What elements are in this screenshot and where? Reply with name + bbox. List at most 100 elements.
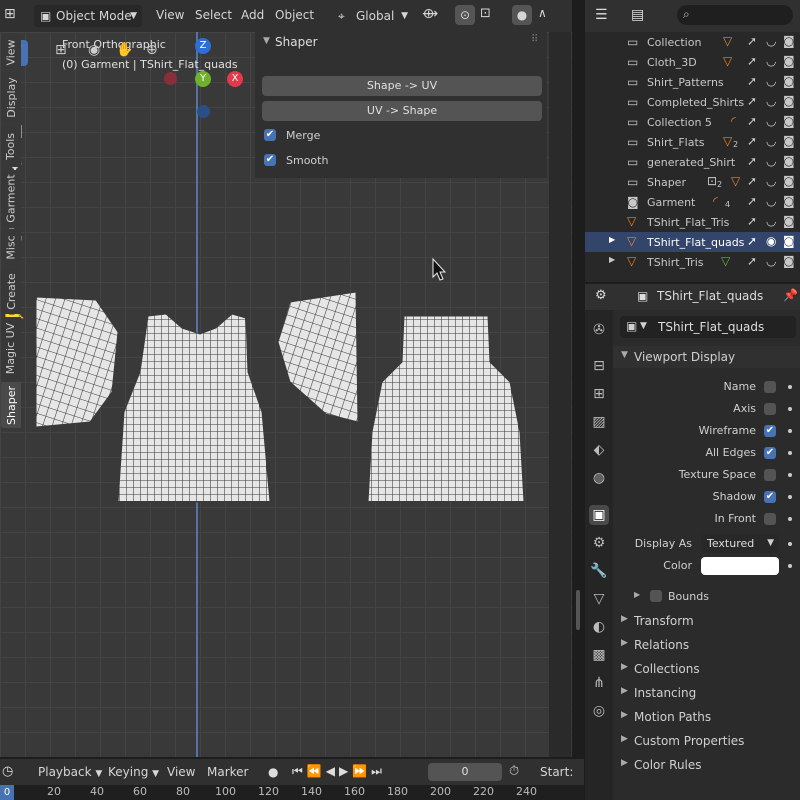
keyframe-dot[interactable] [788,451,792,455]
list-item[interactable]: ▭ Collection ▽ ➚ ◡ ◙ [585,32,800,52]
tool-tab-icon[interactable]: ✇ [589,320,609,340]
orientation-dropdown[interactable]: ⌖ Global ▼ [334,5,412,27]
texture-space-checkbox[interactable] [764,469,776,481]
gizmo-x[interactable]: X [227,71,243,87]
panel-collapse-icon[interactable]: ▼ [263,36,270,46]
playback-controls[interactable]: ⏮⏪◀▶⏩⏭ [292,764,386,779]
uv-to-shape-button[interactable]: UV -> Shape [262,101,542,121]
timeline-ruler[interactable] [0,785,584,800]
world-tab-icon[interactable]: ◍ [589,468,609,488]
tab-magic-uv[interactable]: Magic UV [1,317,21,379]
display-as-dropdown[interactable]: Textured ▼ [701,534,779,553]
list-item[interactable]: ▭ Shirt_Flats ▽ 2 ➚ ◡ ◙ [585,132,800,152]
merge-checkbox[interactable]: ✔ [264,129,276,141]
menu-select[interactable]: Select [195,8,232,22]
object-tab-icon[interactable]: ▣ [589,505,609,525]
name-checkbox[interactable] [764,381,776,393]
tab-display[interactable]: Display [1,72,21,122]
expand-arrow-icon[interactable]: ▶ [634,590,640,599]
snap-icon[interactable]: ⊙ [455,5,475,25]
gizmo-z[interactable]: Z [195,38,211,54]
keyframe-dot[interactable] [788,473,792,477]
panel-relations[interactable]: ▶ Relations [613,634,800,656]
output-tab-icon[interactable]: ⊞ [589,384,609,404]
render-tab-icon[interactable]: ⊟ [589,356,609,376]
texture-tab-icon[interactable]: ▩ [589,645,609,665]
view-layer-tab-icon[interactable]: ▨ [589,412,609,432]
viewport-display-panel[interactable]: ▼ Viewport Display [613,346,800,368]
display-mode-icon[interactable]: ▤ [631,7,644,23]
shadow-checkbox[interactable]: ✔ [764,491,776,503]
keyframe-dot[interactable] [788,495,792,499]
tab-garment[interactable]: Garment [1,170,21,226]
panel-collections[interactable]: ▶ Collections [613,658,800,680]
axis-checkbox[interactable] [764,403,776,415]
modifier-tab-icon[interactable]: ⚙ [589,533,609,553]
falloff-icon[interactable]: ∧ [538,6,547,20]
editor-type-icon[interactable]: ⊞ [4,6,16,22]
data-tab-icon[interactable]: ▽ [589,589,609,609]
list-item[interactable]: ▽ TShirt_Flat_Tris ➚ ◡ ◙ [585,212,800,232]
timeline-editor-icon[interactable]: ◷ [2,764,13,779]
stopwatch-icon[interactable]: ⏱ [509,764,519,779]
hand-pan-icon[interactable]: ✋ [116,42,133,58]
keyframe-dot[interactable] [788,385,792,389]
gizmo-neg-x[interactable] [164,72,177,85]
playhead[interactable]: 0 [0,785,14,800]
gizmo-neg-z[interactable] [197,105,210,118]
tab-misc[interactable]: Misc [1,229,21,265]
keyframe-dot[interactable] [788,407,792,411]
constraints-tab-icon[interactable]: ⋔ [589,673,609,693]
proportional-edit-icon[interactable]: ● [512,5,532,25]
list-item[interactable]: ▭ Completed_Shirts ➚ ◡ ◙ [585,92,800,112]
list-item[interactable]: ▭ Cloth_3D ▽ ➚ ◡ ◙ [585,52,800,72]
area-divider[interactable] [573,0,584,757]
smooth-checkbox[interactable]: ✔ [264,154,276,166]
properties-editor-icon[interactable]: ⚙ [595,288,607,303]
menu-view[interactable]: View [156,8,184,22]
keyframe-dot[interactable] [788,429,792,433]
pin-icon[interactable]: 📌 [783,288,798,302]
menu-object[interactable]: Object [275,8,314,22]
keyframe-dot[interactable] [788,542,792,546]
zoom-icon[interactable]: ⊕ [146,42,158,58]
gizmo-y[interactable]: Y [195,71,211,87]
menu-keying[interactable]: Keying ▼ [108,765,159,779]
list-item[interactable]: ▭ Shirt_Patterns ➚ ◡ ◙ [585,72,800,92]
menu-add[interactable]: Add [241,8,264,22]
tab-shaper[interactable]: Shaper [1,382,21,428]
all-edges-checkbox[interactable]: ✔ [764,447,776,459]
list-item[interactable]: ▭ Collection 5 ◜ ➚ ◡ ◙ [585,112,800,132]
tab-create[interactable]: Create [1,268,21,314]
pivot-icon[interactable]: ⟴ [422,6,438,22]
record-icon[interactable]: ● [268,765,278,779]
color-swatch[interactable] [701,557,779,575]
keyframe-dot[interactable] [788,517,792,521]
outliner-search-input[interactable]: ⌕ [677,5,793,25]
list-item-selected[interactable]: ▶ ▽ TShirt_Flat_quads ➚ ◉ ◙ [585,232,800,252]
material-tab-icon[interactable]: ◐ [589,617,609,637]
tab-tools[interactable]: Tools [1,125,21,167]
shape-to-uv-button[interactable]: Shape -> UV [262,76,542,96]
in-front-checkbox[interactable] [764,513,776,525]
list-item[interactable]: ▭ generated_Shirt ➚ ◡ ◙ [585,152,800,172]
wrench-tab-icon[interactable]: 🔧 [589,561,609,581]
datablock-field[interactable]: ▣ ▼ TShirt_Flat_quads [620,316,796,338]
bounds-checkbox[interactable] [650,590,662,602]
panel-instancing[interactable]: ▶ Instancing [613,682,800,704]
menu-marker[interactable]: Marker [207,765,248,779]
current-frame-field[interactable]: 0 [428,763,502,781]
panel-transform[interactable]: ▶ Transform [613,610,800,632]
menu-playback[interactable]: Playback ▼ [38,765,102,779]
list-item[interactable]: ▶ ▽ TShirt_Tris ▽ ➚ ◡ ◙ [585,252,800,272]
grid-view-icon[interactable]: ⊞ [55,42,67,58]
mode-dropdown[interactable]: ▣ Object Mode ▼ [34,5,142,27]
tab-view[interactable]: View [1,35,21,69]
list-item[interactable]: ▭ Shaper ⊡ 2 ▽ ➚ ◡ ◙ [585,172,800,192]
camera-icon[interactable]: ◉ [88,42,100,58]
panel-custom-properties[interactable]: ▶ Custom Properties [613,730,800,752]
list-item[interactable]: ◙ Garment ◜ 4 ➚ ◡ ◙ [585,192,800,212]
keyframe-dot[interactable] [788,564,792,568]
snap-target-icon[interactable]: ⊡ [480,6,491,21]
scrollbar[interactable] [576,590,580,630]
